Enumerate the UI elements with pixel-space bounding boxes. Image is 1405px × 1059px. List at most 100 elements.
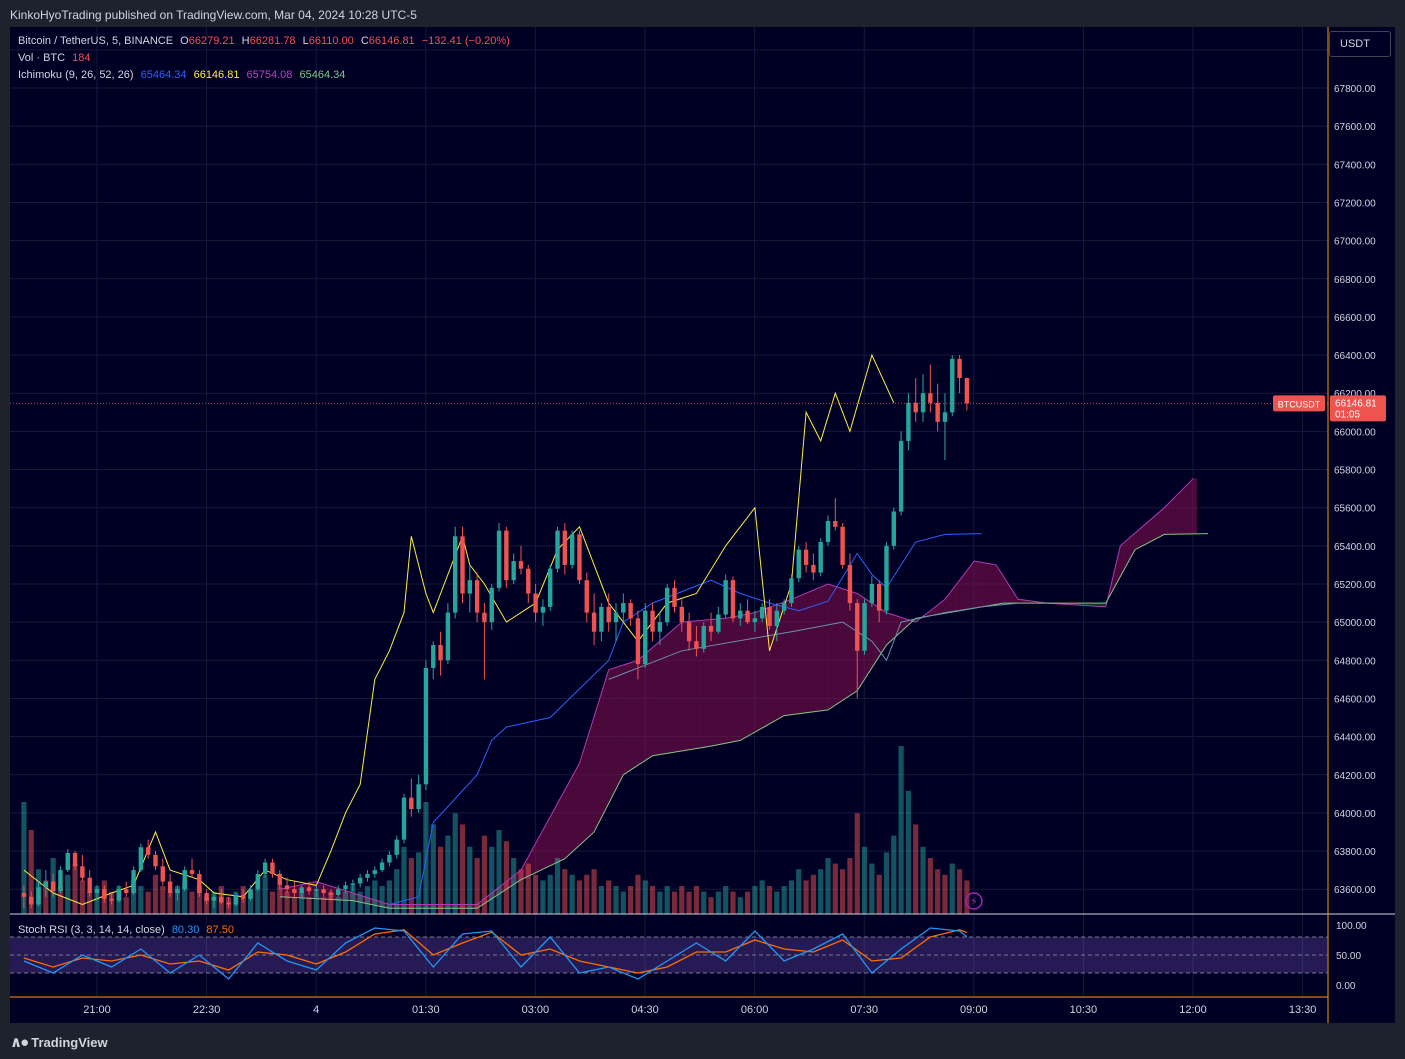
candle-body (482, 612, 487, 623)
cloud-segment (985, 563, 989, 607)
candle-body (452, 536, 458, 613)
cloud-segment (875, 605, 880, 663)
candle-body (241, 894, 246, 899)
cloud-segment (594, 704, 598, 832)
candle-body (701, 625, 706, 649)
volume-bar (628, 886, 634, 914)
volume-bar (576, 880, 583, 914)
footer-brand: ∧● TradingView (10, 1033, 108, 1051)
cloud-segment (754, 611, 759, 733)
volume-bar (942, 874, 948, 914)
candle-body (913, 402, 918, 413)
cloud-segment (842, 588, 847, 701)
volume-bar (518, 869, 524, 914)
candle-body (182, 870, 187, 890)
change-value: −132.41 (−0.20%) (421, 35, 510, 47)
candle-body (628, 603, 633, 619)
volume-bar (79, 880, 85, 914)
candle-body (262, 862, 268, 874)
volume-bar (364, 886, 371, 914)
candle-body (460, 536, 465, 594)
candle-body (584, 580, 589, 613)
chart-frame[interactable]: ⚡68000.0067800.0067600.0067400.0067200.0… (10, 27, 1395, 1023)
volume-bar (774, 891, 780, 914)
volume-bar (620, 891, 626, 914)
cloud-segment (692, 620, 697, 750)
cloud-segment (868, 600, 872, 674)
close-value: 66146.81 (368, 35, 415, 47)
candle-body (664, 587, 670, 623)
cloud-segment (583, 739, 587, 842)
volume-bar (693, 886, 700, 914)
candle-body (226, 902, 231, 905)
candle-body (336, 889, 341, 895)
cloud-segment (988, 563, 993, 606)
volume-bar (708, 897, 714, 914)
time-tick-label: 10:30 (1070, 1004, 1098, 1016)
candle-body (328, 893, 334, 895)
price-tick-label: 66800.00 (1334, 275, 1376, 286)
volume-bar (372, 880, 378, 914)
volume-bar (657, 891, 663, 914)
cloud-segment (1175, 493, 1179, 535)
price-tick-label: 67000.00 (1334, 237, 1376, 248)
candle-body (891, 511, 896, 546)
cloud-segment (817, 587, 821, 712)
candle-body (928, 393, 933, 403)
candle-body (577, 534, 582, 581)
volume-bar (686, 891, 692, 914)
candle-body (635, 618, 641, 665)
candle-body (935, 402, 940, 422)
time-tick-label: 03:00 (522, 1004, 550, 1016)
stoch-d-value: 87.50 (206, 924, 234, 936)
cloud-segment (557, 796, 562, 863)
cloud-segment (981, 562, 986, 607)
chart-canvas[interactable]: ⚡68000.0067800.0067600.0067400.0067200.0… (10, 27, 1395, 1023)
volume-bar (854, 813, 860, 914)
cloud-segment (718, 618, 723, 745)
candle-body (518, 561, 524, 569)
open-label: O (180, 35, 189, 47)
volume-bar (189, 891, 195, 914)
high-label: H (241, 35, 250, 47)
volume-bar (759, 880, 765, 914)
candle-body (569, 534, 575, 565)
cloud-segment (612, 667, 617, 797)
cloud-segment (542, 823, 547, 870)
ichimoku-tenkan-value: 65464.34 (140, 69, 187, 81)
volume-bar (533, 874, 539, 914)
candle-body (357, 877, 363, 884)
cloud-segment (725, 617, 730, 744)
currency-button[interactable]: USDT (1329, 31, 1391, 57)
cloud-segment (579, 751, 584, 846)
volume-bar (262, 874, 268, 914)
volume-bar (160, 886, 166, 914)
candle-body (591, 612, 597, 632)
price-tick-label: 67800.00 (1334, 84, 1376, 95)
volume-bar (379, 886, 385, 914)
candle-body (767, 606, 772, 626)
candle-body (255, 873, 261, 890)
candle-body (204, 893, 209, 901)
volume-bar (569, 874, 575, 914)
cloud-segment (846, 589, 850, 698)
time-tick-label: 07:30 (850, 1004, 878, 1016)
candle-body (738, 610, 743, 619)
volume-legend: Vol · BTC 184 (18, 52, 95, 64)
cloud-segment (1156, 510, 1161, 539)
cloud-segment (626, 662, 631, 773)
stoch-label: Stoch RSI (3, 3, 14, 14, close) (18, 924, 165, 936)
volume-bar (591, 869, 597, 914)
cloud-segment (813, 588, 818, 712)
cloud-segment (974, 561, 978, 609)
candle-body (292, 889, 297, 894)
volume-bar (861, 846, 868, 914)
candle-body (526, 568, 531, 594)
cloud-segment (605, 669, 609, 811)
volume-bar (554, 858, 561, 914)
candle-body (789, 578, 794, 604)
candle-body (672, 587, 677, 607)
cloud-segment (970, 561, 975, 609)
price-tick-label: 65800.00 (1334, 466, 1376, 477)
cloud-segment (1186, 481, 1190, 535)
